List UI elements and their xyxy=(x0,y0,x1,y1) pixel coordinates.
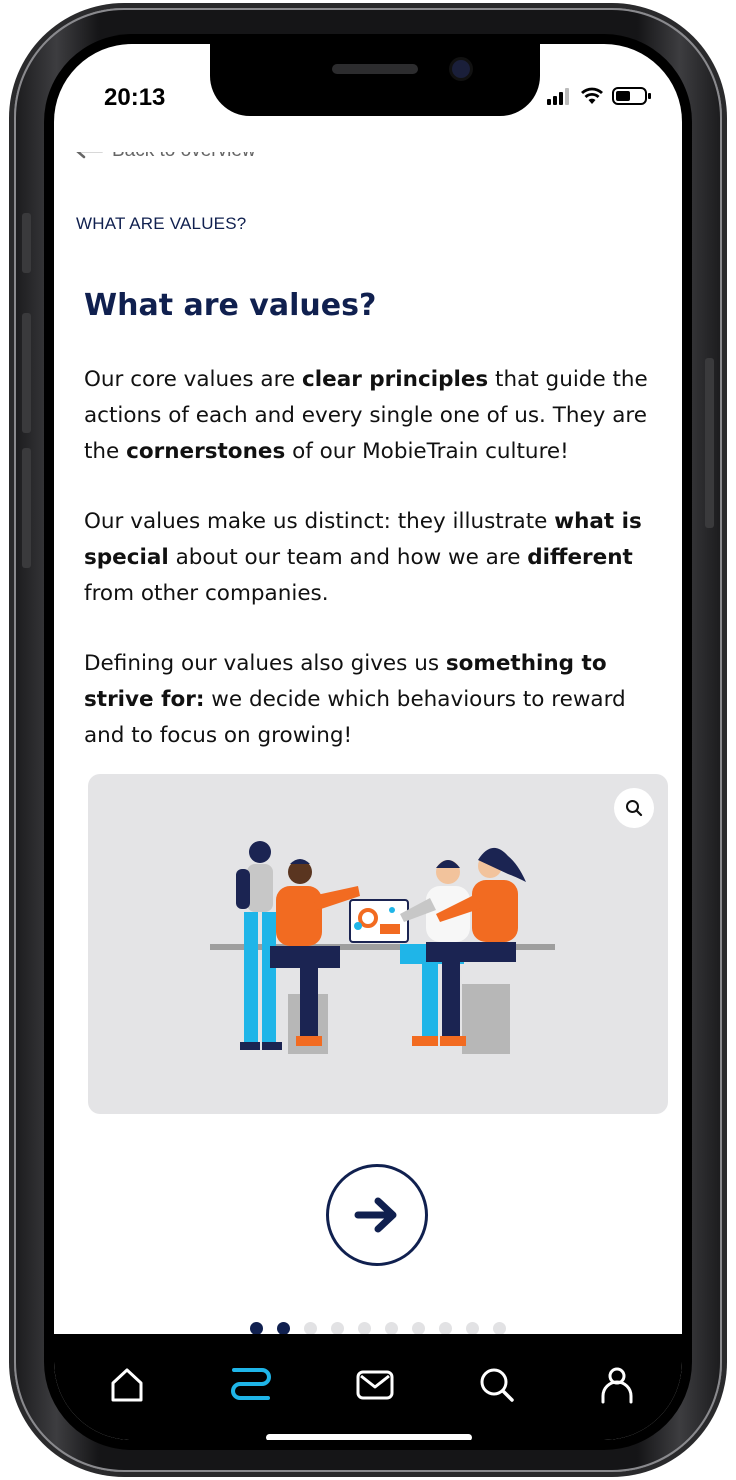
notch xyxy=(210,44,540,116)
back-label: Back to overview xyxy=(112,140,256,161)
page-title: What are values? xyxy=(84,288,377,323)
phone-bezel: 20:13 Back to overview WHAT ARE VALUES? … xyxy=(44,34,692,1450)
tab-profile[interactable] xyxy=(592,1360,642,1410)
wifi-icon xyxy=(581,87,603,104)
speaker xyxy=(332,64,418,74)
paragraph-core-values: Our core values are clear principles tha… xyxy=(84,367,648,464)
phone-frame: 20:13 Back to overview WHAT ARE VALUES? … xyxy=(14,8,722,1472)
status-icons xyxy=(546,86,652,106)
profile-icon xyxy=(601,1367,633,1404)
front-camera xyxy=(452,60,470,78)
home-icon xyxy=(111,1368,143,1402)
tab-learning[interactable] xyxy=(226,1360,276,1410)
power-button xyxy=(705,358,714,528)
mute-switch xyxy=(22,213,31,273)
zoom-icon xyxy=(626,800,643,817)
volume-down-button xyxy=(22,448,31,568)
next-button[interactable] xyxy=(326,1164,428,1266)
learning-path-icon xyxy=(231,1368,271,1400)
tab-search[interactable] xyxy=(472,1360,522,1410)
volume-up-button xyxy=(22,313,31,433)
arrow-right-icon xyxy=(354,1197,397,1233)
arrow-left-icon xyxy=(76,152,103,159)
screen: 20:13 Back to overview WHAT ARE VALUES? … xyxy=(54,44,682,1440)
paragraph-strive: Defining our values also gives us someth… xyxy=(84,651,626,748)
inbox-icon xyxy=(356,1370,394,1400)
status-time: 20:13 xyxy=(104,84,166,111)
team-meeting-illustration xyxy=(210,841,555,1054)
home-indicator[interactable] xyxy=(266,1434,472,1440)
bottom-tab-bar xyxy=(54,1334,682,1440)
illustration-card[interactable] xyxy=(88,774,668,1114)
battery-icon xyxy=(612,87,651,105)
tab-home[interactable] xyxy=(102,1360,152,1410)
paragraph-distinct: Our values make us distinct: they illust… xyxy=(84,509,642,606)
back-to-overview-link[interactable]: Back to overview xyxy=(74,140,256,162)
search-icon xyxy=(480,1368,514,1402)
section-label: WHAT ARE VALUES? xyxy=(76,214,247,233)
signal-icon xyxy=(547,88,569,105)
tab-inbox[interactable] xyxy=(350,1360,400,1410)
zoom-button[interactable] xyxy=(614,788,654,828)
